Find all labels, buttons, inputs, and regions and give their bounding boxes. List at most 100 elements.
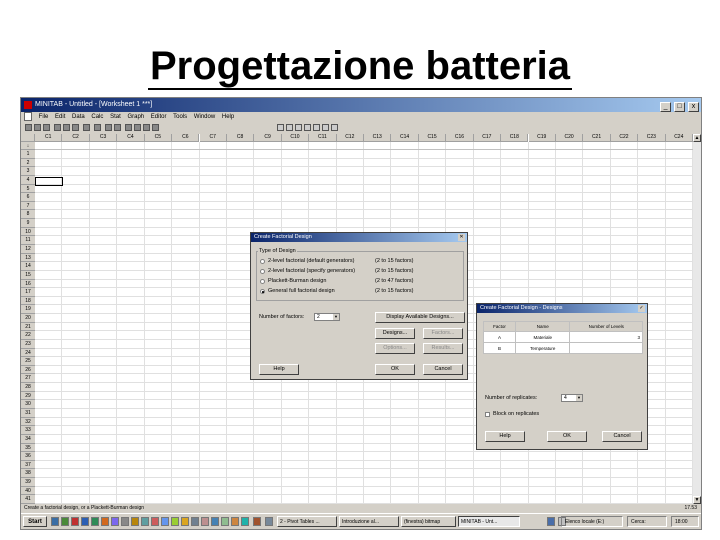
help-button[interactable]: Help: [259, 364, 299, 375]
app-icon-1[interactable]: [71, 517, 79, 526]
column-header[interactable]: C22: [610, 134, 639, 142]
column-header[interactable]: C1: [35, 134, 63, 142]
row-header[interactable]: 40: [21, 486, 35, 496]
column-header[interactable]: C8: [226, 134, 255, 142]
insert-row-icon[interactable]: [304, 124, 311, 131]
design-type-radio[interactable]: [260, 279, 265, 284]
ok-button[interactable]: OK: [375, 364, 415, 375]
app-icon-11[interactable]: [201, 517, 209, 526]
column-header[interactable]: C18: [501, 134, 529, 142]
row-header[interactable]: 10: [21, 227, 35, 237]
tray-icon-1[interactable]: [547, 517, 555, 526]
column-header[interactable]: C15: [418, 134, 447, 142]
menu-tools[interactable]: Tools: [173, 112, 187, 123]
row-header[interactable]: 27: [21, 374, 35, 384]
app-icon-14[interactable]: [231, 517, 239, 526]
menu-window[interactable]: Window: [194, 112, 215, 123]
worksheet-icon[interactable]: [114, 124, 121, 131]
task-minitab[interactable]: MINITAB - Unt...: [458, 516, 520, 527]
row-header[interactable]: 21: [21, 322, 35, 332]
insert-column-icon[interactable]: [313, 124, 320, 131]
excel-icon[interactable]: [91, 517, 99, 526]
row-header[interactable]: 32: [21, 417, 35, 427]
factors-button[interactable]: Factors...: [423, 328, 463, 339]
menu-stat[interactable]: Stat: [110, 112, 121, 123]
column-header[interactable]: C6: [172, 134, 200, 142]
app-icon-9[interactable]: [181, 517, 189, 526]
row-header[interactable]: 35: [21, 443, 35, 453]
row-header[interactable]: 26: [21, 365, 35, 375]
app-icon-12[interactable]: [211, 517, 219, 526]
task-introduzione[interactable]: Introduzione al...: [339, 516, 399, 527]
row-header[interactable]: 6: [21, 193, 35, 202]
app-icon-16[interactable]: [253, 517, 261, 526]
design-type-radio[interactable]: [260, 269, 265, 274]
row-header[interactable]: 25: [21, 357, 35, 366]
replicates-combo[interactable]: 4 ▼: [561, 394, 583, 402]
row-header[interactable]: 15: [21, 270, 35, 280]
menu-graph[interactable]: Graph: [127, 112, 144, 123]
task-pivot-tables[interactable]: 2 - Pivot Tables ...: [277, 516, 337, 527]
row-header[interactable]: 33: [21, 426, 35, 435]
outlook-icon[interactable]: [61, 517, 69, 526]
column-header[interactable]: C16: [446, 134, 474, 142]
designs-button[interactable]: Designs...: [375, 328, 415, 339]
row-header[interactable]: 16: [21, 279, 35, 289]
session-window-icon[interactable]: [105, 124, 112, 131]
levels-cell[interactable]: 3: [569, 331, 643, 343]
row-header[interactable]: 38: [21, 469, 35, 479]
save-icon[interactable]: [43, 124, 50, 131]
column-header[interactable]: C10: [281, 134, 310, 142]
column-name-row[interactable]: ↓: [21, 142, 693, 150]
address-field[interactable]: Elenco locale (E:): [561, 516, 623, 527]
edit-last-dialog-icon[interactable]: [94, 124, 101, 131]
row-header[interactable]: 11: [21, 236, 35, 245]
row-header[interactable]: 18: [21, 296, 35, 306]
column-header[interactable]: C7: [199, 134, 227, 142]
design-type-radio[interactable]: [260, 259, 265, 264]
cancel-button[interactable]: Cancel: [423, 364, 463, 375]
row-header[interactable]: 17: [21, 288, 35, 297]
dialog2-close-icon[interactable]: ✓: [638, 305, 645, 312]
app-icon-10[interactable]: [191, 517, 199, 526]
column-header[interactable]: C3: [89, 134, 118, 142]
undo-icon[interactable]: [83, 124, 90, 131]
app-icon-15[interactable]: [241, 517, 249, 526]
paste-icon[interactable]: [72, 124, 79, 131]
open-icon[interactable]: [34, 124, 41, 131]
app-icon-4[interactable]: [131, 517, 139, 526]
help-icon[interactable]: [125, 124, 132, 131]
copy-icon[interactable]: [63, 124, 70, 131]
app-icon-7[interactable]: [161, 517, 169, 526]
row-header[interactable]: 1: [21, 150, 35, 159]
row-header[interactable]: 23: [21, 339, 35, 349]
menu-file[interactable]: File: [39, 112, 49, 123]
row-header[interactable]: 30: [21, 400, 35, 409]
close-button[interactable]: x: [688, 102, 699, 112]
name-cell[interactable]: Materiale: [514, 331, 571, 343]
clear-icon[interactable]: [322, 124, 329, 131]
column-header[interactable]: C2: [62, 134, 90, 142]
row-header[interactable]: 19: [21, 305, 35, 315]
design-type-radio[interactable]: [260, 289, 265, 294]
column-header[interactable]: C24: [665, 134, 693, 142]
dialog1-close-icon[interactable]: ✕: [458, 234, 465, 241]
menu-data[interactable]: Data: [72, 112, 85, 123]
row-header[interactable]: 13: [21, 253, 35, 263]
row-header[interactable]: 36: [21, 452, 35, 461]
menu-editor[interactable]: Editor: [151, 112, 167, 123]
column-header[interactable]: C13: [364, 134, 392, 142]
check-icon[interactable]: [331, 124, 338, 131]
help-button[interactable]: Help: [485, 431, 525, 442]
start-button[interactable]: Start: [23, 516, 47, 527]
task-bitmap[interactable]: (finestra) bitmap: [401, 516, 456, 527]
active-cell[interactable]: [35, 177, 63, 186]
arrow-down-icon[interactable]: [295, 124, 302, 131]
new-icon[interactable]: [25, 124, 32, 131]
row-header[interactable]: 8: [21, 210, 35, 220]
sum-icon[interactable]: [143, 124, 150, 131]
minimize-button[interactable]: _: [660, 102, 672, 112]
powerpoint-icon[interactable]: [101, 517, 109, 526]
maximize-button[interactable]: □: [674, 102, 686, 112]
app-icon-6[interactable]: [151, 517, 159, 526]
